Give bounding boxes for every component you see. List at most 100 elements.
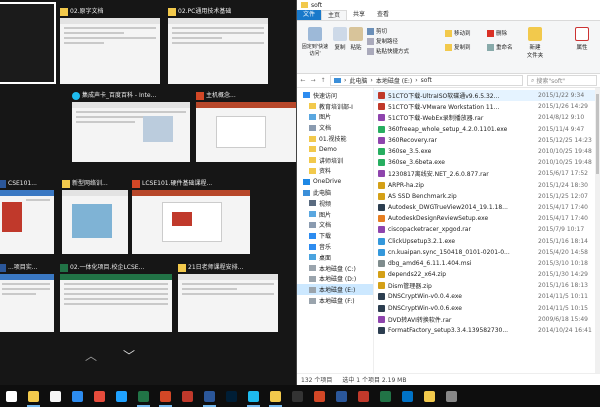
back-icon[interactable]: ← [300, 77, 306, 84]
nav-item[interactable]: 快速访问 [297, 90, 373, 101]
scroll-down-icon[interactable]: ﹀ [122, 350, 136, 362]
copy-button[interactable]: 复制 [333, 27, 347, 51]
file-row[interactable]: AutodeskDesignReviewSetup.exe 2015/4/17 1… [374, 213, 595, 224]
file-row[interactable]: DNSCryptWin-v0.0.6.exe 2014/11/5 10:15 [374, 303, 595, 314]
excel-icon[interactable] [137, 390, 150, 407]
copy-to-button[interactable]: 复制到 [445, 43, 471, 51]
file-row[interactable]: 360freeap_whole_setup_4.2.0.1101.exe 2015… [374, 124, 595, 135]
nav-item[interactable]: 本地磁盘 (D:) [297, 274, 373, 285]
outlook-icon[interactable] [402, 390, 413, 402]
breadcrumb-soft[interactable]: soft [421, 77, 432, 84]
paste-button[interactable]: 粘贴 [349, 27, 363, 51]
folder-icon[interactable] [27, 390, 40, 407]
delete-button[interactable]: 删除 [487, 29, 507, 37]
file-row[interactable]: 360se_3.5.exe 2010/10/25 19:48 [374, 146, 595, 157]
file-row[interactable]: Autodesk_DWGTrueView2014_19.1.18... 2015/… [374, 202, 595, 213]
tab-home[interactable]: 主页 [321, 10, 348, 20]
rename-button[interactable]: 重命名 [487, 43, 513, 51]
file-row[interactable]: cn.kuaipan.sync_150418_0101-0201-0... 201… [374, 247, 595, 258]
forward-icon[interactable]: → [310, 77, 316, 84]
nav-item[interactable]: 本地磁盘 (F:) [297, 295, 373, 306]
breadcrumb-drive-e[interactable]: 本地磁盘 (E:) [376, 76, 412, 85]
nav-item[interactable]: 视频 [297, 198, 373, 209]
task-window-0[interactable] [0, 2, 56, 84]
task-window-3[interactable]: 集成声卡_百度百科 - Inte... [72, 90, 190, 162]
folder-icon[interactable] [424, 390, 435, 402]
file-row[interactable]: 360se_3.6beta.exe 2010/10/25 19:48 [374, 157, 595, 168]
scrollbar[interactable] [595, 88, 600, 373]
nav-item[interactable]: 音乐 [297, 241, 373, 252]
explorer-icon[interactable] [269, 390, 282, 407]
tab-file[interactable]: 文件 [297, 10, 322, 20]
file-row[interactable]: FormatFactory_setup3.3.4.139582730... 201… [374, 325, 595, 336]
photoshop-icon[interactable] [226, 390, 237, 402]
nav-item[interactable]: 本地磁盘 (E:) [297, 284, 373, 296]
nav-item[interactable]: 讲师培训 [297, 155, 373, 166]
start-icon[interactable] [6, 390, 17, 402]
nav-item[interactable]: 桌面 [297, 252, 373, 263]
nav-item[interactable]: 图片 [297, 112, 373, 123]
nav-item[interactable]: 文档 [297, 122, 373, 133]
terminal-icon[interactable] [292, 390, 303, 402]
settings-icon[interactable] [446, 390, 457, 402]
file-row[interactable]: ciscopacketracer_xpgod.rar 2015/7/9 10:17 [374, 224, 595, 235]
file-row[interactable]: 1230817离线安.NET_2.6.0.877.rar 2015/6/17 17… [374, 168, 595, 179]
file-row[interactable]: DNSCryptWin-v0.0.4.exe 2014/11/5 10:11 [374, 291, 595, 302]
search-input[interactable]: ⌕ 搜索"soft" [527, 75, 597, 86]
move-to-button[interactable]: 移动到 [445, 29, 471, 37]
task-window-9[interactable]: 02.一体化项目.校企LCSE... [60, 262, 172, 332]
nav-item[interactable]: Demo [297, 144, 373, 155]
copy-path-button[interactable]: 复制路径 [367, 37, 398, 45]
new-folder-button[interactable]: 新建 文件夹 [525, 27, 545, 59]
file-row[interactable]: 51CTO下载-UltraISO软碟通v9.6.5.32... 2015/1/22… [374, 90, 595, 102]
powerpoint-icon[interactable] [314, 390, 325, 402]
file-row[interactable]: dbg_amd64_6.11.1.404.msi 2015/3/10 10:18 [374, 258, 595, 269]
pdf-icon[interactable] [182, 390, 193, 402]
file-row[interactable]: 51CTO下载-WebEx录制播放器.rar 2014/8/12 9:10 [374, 112, 595, 123]
pin-quick-access-button[interactable]: 固定到'快速访问' [301, 27, 329, 57]
ie-icon[interactable] [247, 390, 260, 407]
pdf-icon[interactable] [358, 390, 369, 402]
breadcrumb-this-pc[interactable]: 此电脑 [349, 76, 367, 85]
file-row[interactable]: DVD转AVI转换软件.rar 2009/6/18 15:49 [374, 314, 595, 325]
chrome-icon[interactable] [94, 390, 105, 402]
file-row[interactable]: 51CTO下载-VMware Workstation 11... 2015/1/2… [374, 101, 595, 112]
powerpoint-icon[interactable] [159, 390, 172, 407]
properties-button[interactable]: 属性 [573, 27, 591, 51]
task-window-10[interactable]: 21日老师课程安排... [178, 262, 278, 332]
file-row[interactable]: ARPR-ha.zip 2015/1/24 18:30 [374, 180, 595, 191]
word-icon[interactable] [336, 390, 347, 402]
task-window-1[interactable]: 02.原字文档 [60, 6, 160, 84]
task-window-8[interactable]: ...项目实... [0, 262, 54, 332]
paste-shortcut-button[interactable]: 粘贴快捷方式 [367, 47, 409, 55]
nav-item[interactable]: 此电脑 [297, 187, 373, 198]
nav-item[interactable]: OneDrive [297, 176, 373, 187]
task-window-5[interactable]: CSE101... [0, 178, 54, 254]
nav-item[interactable]: 下载 [297, 230, 373, 241]
nav-item[interactable]: 文档 [297, 220, 373, 231]
file-row[interactable]: Dism管理器.zip 2015/1/16 18:13 [374, 280, 595, 291]
file-row[interactable]: 360Recovery.rar 2015/12/25 14:23 [374, 135, 595, 146]
word-icon[interactable] [203, 390, 216, 407]
scrollbar-thumb[interactable] [596, 94, 599, 174]
up-icon[interactable]: ↑ [320, 77, 326, 84]
task-window-4[interactable]: 主机概念... [196, 90, 296, 162]
cut-button[interactable]: 剪切 [367, 27, 387, 35]
file-row[interactable]: depends22_x64.zip 2015/1/30 14:29 [374, 269, 595, 280]
nav-item[interactable]: 01.视技能 [297, 133, 373, 144]
nav-item[interactable]: 图片 [297, 209, 373, 220]
scroll-up-icon[interactable]: ︿ [84, 350, 98, 362]
media-icon[interactable] [116, 390, 127, 402]
task-window-2[interactable]: 02.PC通用技术基础 [168, 6, 268, 84]
file-row[interactable]: AS SSD Benchmark.zip 2015/1/25 12:07 [374, 191, 595, 202]
task-window-6[interactable]: 新型网络训... [62, 178, 128, 254]
mail-icon[interactable] [72, 390, 83, 402]
nav-item[interactable]: 本地磁盘 (C:) [297, 263, 373, 274]
tab-share[interactable]: 共享 [347, 10, 371, 20]
excel-icon[interactable] [380, 390, 391, 402]
nav-item[interactable]: 教育培训部-I [297, 101, 373, 112]
task-window-7[interactable]: LCSE101.硬件基础课程... [132, 178, 250, 254]
address-bar[interactable]: › 此电脑 › 本地磁盘 (E:) › soft [330, 75, 523, 86]
nav-item[interactable]: 资料 [297, 166, 373, 177]
file-row[interactable]: ClickUpsetup3.2.1.exe 2015/1/16 18:14 [374, 235, 595, 246]
